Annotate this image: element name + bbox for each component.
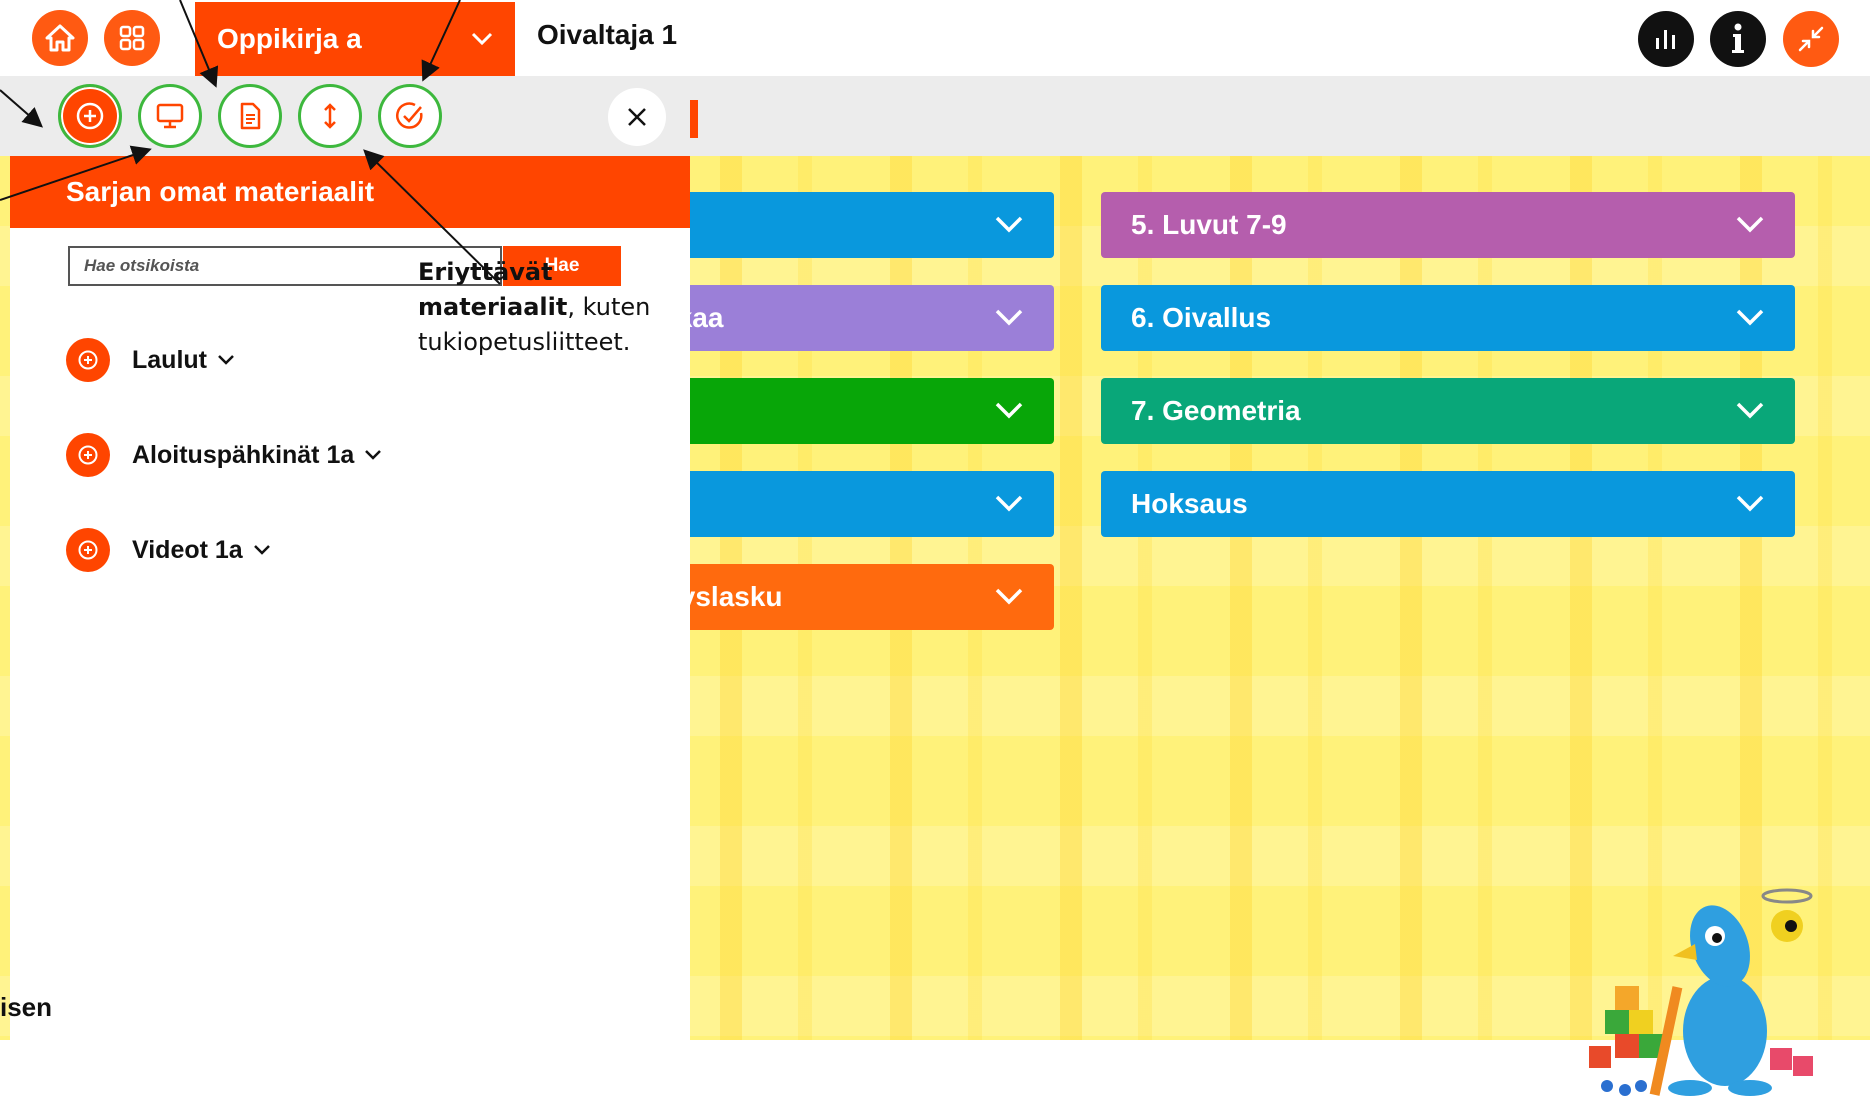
chevron-down-icon [995, 588, 1023, 605]
chevron-down-icon [1736, 495, 1764, 512]
cropped-annotation-text: isen [0, 992, 53, 1022]
chevron-down-icon [365, 450, 382, 460]
annotation-bold-2: materiaalit [418, 293, 568, 321]
category-label: Aloituspähkinät 1a [132, 440, 355, 469]
right-chapter-2[interactable]: 6. Oivallus [1101, 285, 1795, 351]
chevron-down-icon [995, 216, 1023, 233]
assessment-tab[interactable] [378, 84, 442, 148]
right-chapter-4[interactable]: Hoksaus [1101, 471, 1795, 537]
grid-icon [119, 25, 145, 51]
category-videot[interactable]: Videot 1a [66, 528, 271, 572]
category-aloituspahkinat[interactable]: Aloituspähkinät 1a [66, 433, 382, 477]
chevron-down-icon [471, 32, 493, 46]
info-icon [1732, 23, 1744, 53]
differentiating-materials-tab[interactable] [298, 84, 362, 148]
chapter-label: Hoksaus [1131, 488, 1248, 519]
document-icon [240, 102, 261, 130]
annotation-rest-2: tukiopetusliitteet. [418, 328, 631, 356]
category-label: Videot 1a [132, 535, 243, 564]
materials-panel: Sarjan omat materiaalit Hae Laulut Aloit… [10, 76, 690, 1040]
chapter-label: 7. Geometria [1131, 395, 1301, 426]
plus-circle-icon [76, 102, 104, 130]
bar-chart-icon [1656, 30, 1675, 49]
book-selector-label: Oppikirja a [217, 23, 362, 54]
chapter-label: 5. Luvut 7-9 [1131, 209, 1287, 240]
bird-mascot-illustration [1589, 888, 1813, 1096]
chevron-down-icon [995, 495, 1023, 512]
presentation-tab[interactable] [138, 84, 202, 148]
right-chapter-1[interactable]: 5. Luvut 7-9 [1101, 192, 1795, 258]
monitor-icon [156, 103, 184, 129]
annotation-text: Eriyttävät materiaalit, kuten tukiopetus… [418, 255, 650, 360]
close-icon [628, 108, 646, 126]
chapter-label: 6. Oivallus [1131, 302, 1272, 333]
chevron-down-icon [1736, 216, 1764, 233]
chevron-down-icon [253, 545, 270, 555]
chevron-down-icon [995, 402, 1023, 419]
series-materials-tab[interactable] [58, 84, 122, 148]
statistics-button[interactable] [1638, 11, 1694, 67]
book-title: Oivaltaja 1 [537, 19, 678, 50]
vertical-arrows-icon [324, 103, 336, 129]
chevron-down-icon [1736, 402, 1764, 419]
top-bar: Oppikirja a Oivaltaja 1 [0, 0, 1870, 76]
annotation-bold-1: Eriyttävät [418, 258, 553, 286]
panel-toolbar [10, 76, 690, 156]
documents-tab[interactable] [218, 84, 282, 148]
panel-title: Sarjan omat materiaalit [10, 156, 690, 228]
chevron-down-icon [995, 309, 1023, 326]
plus-circle-icon [66, 528, 110, 572]
category-laulut[interactable]: Laulut [66, 338, 235, 382]
chevron-down-icon [218, 355, 234, 365]
home-icon [45, 24, 75, 52]
plus-circle-icon [66, 338, 110, 382]
home-button[interactable] [32, 10, 88, 66]
category-label: Laulut [132, 345, 207, 374]
right-chapter-3[interactable]: 7. Geometria [1101, 378, 1795, 444]
minimize-button[interactable] [1783, 11, 1839, 67]
chevron-down-icon [1736, 309, 1764, 326]
apps-button[interactable] [104, 10, 160, 66]
check-circle-icon [396, 102, 423, 129]
info-button[interactable] [1710, 11, 1766, 67]
annotation-rest-1: , kuten [567, 293, 651, 321]
book-selector[interactable]: Oppikirja a [195, 2, 515, 76]
plus-circle-icon [66, 433, 110, 477]
close-panel-button[interactable] [608, 88, 666, 146]
minimize-icon [1798, 26, 1824, 52]
